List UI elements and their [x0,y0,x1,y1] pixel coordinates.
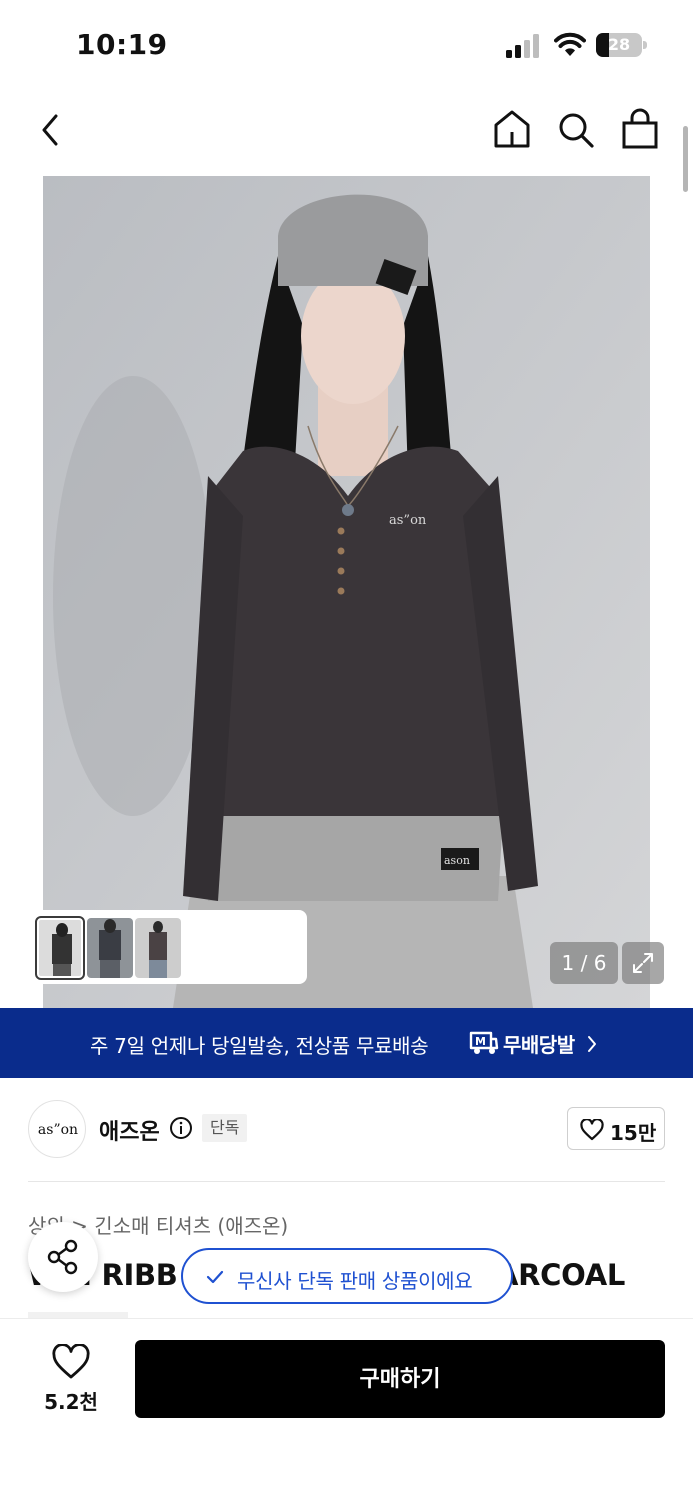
shipping-banner[interactable]: 주 7일 언제나 당일발송, 전상품 무료배송 M 무배당발 [0,1008,693,1078]
brand-logo-text: as”on [37,1122,79,1138]
share-icon [47,1239,78,1275]
heart-icon[interactable] [51,1344,91,1380]
toast-text: 무신사 단독 판매 상품이에요 [237,1269,473,1293]
expand-icon [633,953,653,973]
chevron-left-icon[interactable] [34,110,70,150]
exclusive-toast: 무신사 단독 판매 상품이에요 [181,1248,513,1304]
signal-icon [506,34,539,58]
sweater-logo-text: as”on [389,513,427,528]
wish-count: 5.2천 [44,1390,98,1414]
brand-name[interactable]: 애즈온 [99,1114,160,1146]
share-button[interactable] [28,1222,98,1292]
shopping-bag-icon[interactable] [620,108,660,150]
divider [28,1181,665,1182]
exclusive-badge: 단독 [202,1114,248,1142]
shipping-brand: 무배당발 [503,1033,575,1057]
thumbnail-strip [29,910,307,984]
heart-icon [580,1119,604,1141]
breadcrumb-subcategory[interactable]: 긴소매 티셔츠 (애즈온) [94,1214,288,1238]
home-icon[interactable] [492,108,532,150]
truck-logo-letter: M [475,1035,486,1048]
search-icon[interactable] [556,110,596,150]
chevron-right-icon [588,1036,596,1052]
thumbnail-2[interactable] [87,918,133,978]
brand-logo[interactable]: as”on [28,1100,86,1158]
delivery-truck-icon: M [469,1031,499,1054]
battery-percent: 28 [607,35,631,54]
info-icon[interactable] [169,1116,193,1140]
brand-like-button[interactable]: 15만 [567,1107,665,1150]
thumbnail-3[interactable] [135,918,181,978]
thumbnail-1[interactable] [35,916,85,980]
status-time: 10:19 [76,28,168,61]
wifi-icon [554,32,586,56]
product-image[interactable]: as”on ason [43,176,650,1008]
page-indicator: 1 / 6 [550,942,618,984]
status-bar: 10:19 28 [0,0,693,90]
scrollbar[interactable] [683,126,688,192]
shipping-text: 주 7일 언제나 당일발송, 전상품 무료배송 [90,1034,429,1058]
tag-logo-text: ason [444,854,470,867]
brand-like-count: 15만 [610,1121,657,1145]
product-title-end: ARCOAL [496,1258,626,1292]
expand-button[interactable] [622,942,664,984]
check-icon [206,1270,224,1284]
model-photo: as”on ason [43,176,650,1008]
battery-indicator: 28 [596,33,648,57]
buy-button[interactable]: 구매하기 [135,1340,665,1418]
